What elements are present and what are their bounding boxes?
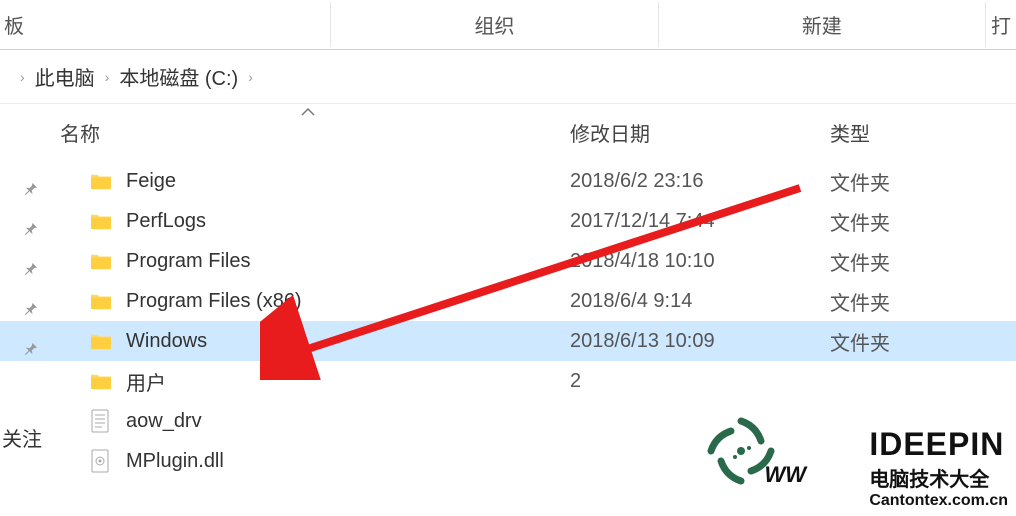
folder-icon [90,172,126,190]
ribbon-group-clipboard[interactable]: 板 [0,2,331,47]
file-date: 2018/4/18 10:10 [570,250,830,273]
side-label: 关注 [2,423,42,452]
watermark: IDEEPIN 电脑技术大全 Cantontex.com.cn [869,426,1008,510]
chevron-right-icon: › [248,69,253,85]
quick-access-pins [22,180,40,358]
file-type: 文件夹 [830,167,1016,196]
file-name: MPlugin.dll [126,450,570,473]
file-date: 2 [570,370,830,393]
column-header-type[interactable]: 类型 [830,118,1016,147]
file-date: 2018/6/13 10:09 [570,330,830,353]
folder-icon [90,372,126,390]
pin-icon [22,260,40,278]
folder-icon [90,212,126,230]
file-date: 2018/6/4 9:14 [570,290,830,313]
pin-icon [22,300,40,318]
watermark-url: Cantontex.com.cn [869,492,1008,510]
ribbon-bar: 板 组织 新建 打 [0,0,1016,50]
column-header-date[interactable]: 修改日期 [570,118,830,147]
column-header-name[interactable]: 名称 [60,118,570,147]
file-row[interactable]: Feige2018/6/2 23:16文件夹 [0,161,1016,201]
file-date: 2017/12/14 7:44 [570,210,830,233]
file-type: 文件夹 [830,247,1016,276]
file-name: PerfLogs [126,210,570,233]
chevron-right-icon: › [20,69,25,85]
file-type: 文件夹 [830,287,1016,316]
file-list: Feige2018/6/2 23:16文件夹PerfLogs2017/12/14… [0,161,1016,481]
file-name: 用户 [126,367,570,396]
file-row[interactable]: Windows2018/6/13 10:09文件夹 [0,321,1016,361]
file-name: Program Files (x86) [126,290,570,313]
folder-icon [90,252,126,270]
file-row[interactable]: PerfLogs2017/12/14 7:44文件夹 [0,201,1016,241]
watermark-subtitle: 电脑技术大全 [869,463,1008,492]
watermark-logo: IDEEPIN [869,426,1008,463]
file-row[interactable]: aow_drv [0,401,1016,441]
folder-icon [90,332,126,350]
file-name: aow_drv [126,410,570,433]
textfile-icon [90,409,126,433]
file-name: Windows [126,330,570,353]
pin-icon [22,220,40,238]
ribbon-group-open[interactable]: 打 [986,2,1016,47]
ribbon-group-organize[interactable]: 组织 [331,2,658,47]
ribbon-group-new[interactable]: 新建 [659,2,986,47]
breadcrumb-item-pc[interactable]: 此电脑 [35,62,95,91]
file-type: 文件夹 [830,207,1016,236]
file-name: Program Files [126,250,570,273]
pin-icon [22,180,40,198]
file-date: 2018/6/2 23:16 [570,170,830,193]
watermark-ww: WW [764,462,806,488]
sort-indicator-icon [300,104,316,122]
file-type: 文件夹 [830,327,1016,356]
file-row[interactable]: MPlugin.dll [0,441,1016,481]
folder-icon [90,292,126,310]
breadcrumb-item-drive[interactable]: 本地磁盘 (C:) [119,62,238,91]
column-headers: 名称 修改日期 类型 [0,104,1016,161]
file-name: Feige [126,170,570,193]
dllfile-icon [90,449,126,473]
breadcrumb[interactable]: › 此电脑 › 本地磁盘 (C:) › [0,50,1016,104]
file-row[interactable]: Program Files2018/4/18 10:10文件夹 [0,241,1016,281]
pin-icon [22,340,40,358]
file-row[interactable]: 用户2 [0,361,1016,401]
chevron-right-icon: › [105,69,110,85]
file-row[interactable]: Program Files (x86)2018/6/4 9:14文件夹 [0,281,1016,321]
